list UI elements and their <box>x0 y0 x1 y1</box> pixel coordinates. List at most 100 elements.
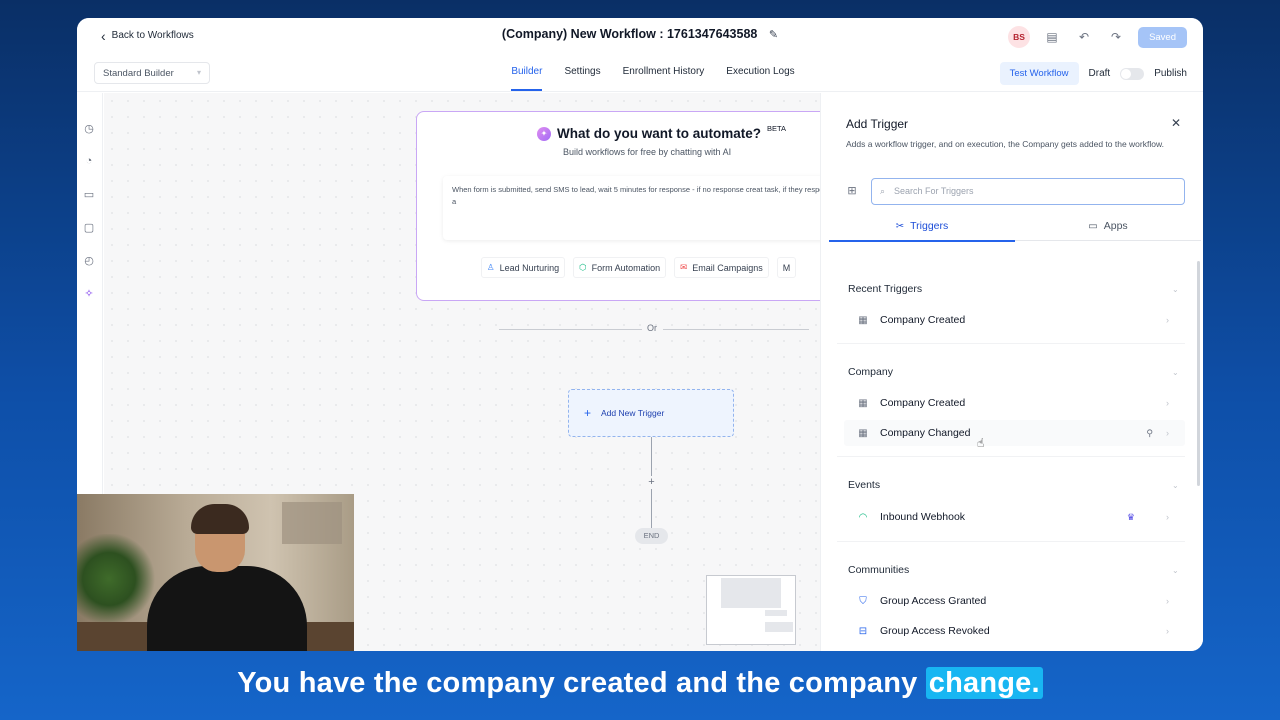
minimap-block <box>765 610 787 616</box>
chevron-down-icon[interactable]: ⌄ <box>1172 368 1179 377</box>
ai-sparkle-icon: ✦ <box>537 126 551 141</box>
edit-pencil-icon[interactable]: ✎ <box>769 29 778 41</box>
chip-lead-nurturing[interactable]: ♙ Lead Nurturing <box>481 257 566 278</box>
end-node: END <box>635 528 668 544</box>
trigger-item-group-access-revoked[interactable]: ⊟ Group Access Revoked › <box>844 618 1185 644</box>
divider-line-left <box>499 329 642 330</box>
trigger-item-label: Inbound Webhook <box>880 511 966 523</box>
chevron-right-icon: › <box>1166 398 1169 408</box>
publish-label: Publish <box>1154 68 1187 79</box>
minimap-block <box>765 622 793 632</box>
chip-label: Email Campaigns <box>692 262 763 273</box>
building-icon: ▦ <box>858 314 868 326</box>
tab-settings[interactable]: Settings <box>564 56 600 91</box>
note-icon[interactable]: ▢ <box>82 220 96 234</box>
trigger-item-company-created-recent[interactable]: ▦ Company Created › <box>844 307 1185 333</box>
trigger-search-input[interactable]: ⌕ Search For Triggers <box>871 178 1185 205</box>
chip-more[interactable]: M <box>776 257 797 278</box>
pointer-hand-icon: ☝ <box>977 436 985 450</box>
ai-suggestion-chips: ♙ Lead Nurturing ⬡ Form Automation ✉ Ema… <box>481 257 797 278</box>
draft-label: Draft <box>1088 68 1111 79</box>
top-bar: ‹ Back to Workflows (Company) New Workfl… <box>77 18 1203 56</box>
check-circle-icon[interactable]: ◷ <box>82 121 96 135</box>
ai-title: What do you want to automate? <box>557 126 761 141</box>
publish-toggle[interactable] <box>1120 67 1145 80</box>
trigger-item-company-created[interactable]: ▦ Company Created › <box>844 390 1185 416</box>
minimap-block <box>721 578 781 608</box>
trigger-item-group-access-granted[interactable]: ⛉ Group Access Granted › <box>844 588 1185 614</box>
apps-icon: ▭ <box>1088 221 1098 232</box>
wall-map <box>282 502 342 544</box>
undo-icon[interactable]: ↶ <box>1074 27 1094 47</box>
webcam-overlay <box>77 494 354 651</box>
tab-builder[interactable]: Builder <box>511 56 543 91</box>
trigger-item-label: Company Changed <box>880 427 971 439</box>
cube-icon: ⬡ <box>579 262 587 272</box>
chevron-right-icon: › <box>1166 512 1169 522</box>
chip-form-automation[interactable]: ⬡ Form Automation <box>573 257 667 278</box>
minimap[interactable] <box>706 575 796 645</box>
clock-icon[interactable]: ◴ <box>82 253 96 267</box>
grid-view-icon[interactable]: ⊞ <box>845 183 859 197</box>
person-body <box>147 566 307 651</box>
redo-icon[interactable]: ↷ <box>1106 27 1126 47</box>
chevron-down-icon[interactable]: ⌄ <box>1172 285 1179 294</box>
person-hair <box>191 504 249 534</box>
video-caption: You have the company created and the com… <box>0 667 1280 700</box>
minus-square-icon: ⊟ <box>858 625 868 637</box>
sparkle-icon[interactable]: ✧ <box>82 286 96 300</box>
ai-builder-card: ✦ What do you want to automate? BETA Bui… <box>416 111 836 301</box>
pin-icon[interactable]: ⚲ <box>1146 428 1153 439</box>
saved-button[interactable]: Saved <box>1138 26 1187 48</box>
plant <box>77 534 157 624</box>
or-divider: Or <box>499 323 809 335</box>
close-icon[interactable]: ✕ <box>1171 116 1181 130</box>
panel-scrollbar[interactable] <box>1197 261 1200 486</box>
comment-icon[interactable]: ▭ <box>82 187 96 201</box>
tab-triggers[interactable]: ✂ Triggers <box>829 211 1015 242</box>
history-icon[interactable]: ◔ <box>82 154 96 168</box>
chevron-right-icon: › <box>1166 315 1169 325</box>
mail-icon: ✉ <box>680 262 688 272</box>
bookmark-icon: ⛉ <box>859 595 867 607</box>
caption-highlight: change. <box>925 667 1043 699</box>
or-label: Or <box>647 323 657 333</box>
avatar[interactable]: BS <box>1008 26 1031 48</box>
trigger-item-label: Group Access Granted <box>880 595 987 607</box>
section-divider <box>837 343 1185 344</box>
section-communities[interactable]: Communities <box>848 564 909 576</box>
chevron-down-icon[interactable]: ⌄ <box>1172 481 1179 490</box>
tab-apps-label: Apps <box>1103 220 1128 232</box>
tab-apps[interactable]: ▭ Apps <box>1015 211 1201 241</box>
top-actions: BS ▤ ↶ ↷ Saved <box>1008 26 1187 48</box>
trigger-item-company-changed[interactable]: ▦ Company Changed ⚲ › <box>844 420 1185 446</box>
section-recent-triggers[interactable]: Recent Triggers <box>848 283 922 295</box>
panel-title: Add Trigger <box>846 117 909 131</box>
ai-header: ✦ What do you want to automate? BETA <box>537 124 786 141</box>
chip-email-campaigns[interactable]: ✉ Email Campaigns <box>674 257 769 278</box>
divider-line-right <box>663 329 809 330</box>
add-new-trigger-button[interactable]: + Add New Trigger <box>568 389 734 437</box>
section-company[interactable]: Company <box>848 366 893 378</box>
trigger-item-inbound-webhook[interactable]: ◠ Inbound Webhook ♛ › <box>844 504 1185 530</box>
user-icon: ♙ <box>487 262 495 272</box>
panel-tabs: ✂ Triggers ▭ Apps <box>829 211 1201 242</box>
builder-toolbar: Standard Builder ▾ Builder Settings Enro… <box>77 56 1203 92</box>
ai-prompt-input[interactable]: When form is submitted, send SMS to lead… <box>443 176 835 240</box>
add-step-button[interactable]: + <box>645 476 658 489</box>
search-placeholder: Search For Triggers <box>894 186 974 196</box>
section-divider <box>837 541 1185 542</box>
tab-enrollment-history[interactable]: Enrollment History <box>623 56 705 91</box>
document-icon[interactable]: ▤ <box>1042 27 1062 47</box>
chevron-right-icon: › <box>1166 428 1169 438</box>
chip-label: Form Automation <box>591 262 661 273</box>
chevron-down-icon[interactable]: ⌄ <box>1172 566 1179 575</box>
trigger-item-label: Company Created <box>880 397 966 409</box>
plus-icon: + <box>584 406 592 420</box>
chevron-right-icon: › <box>1166 626 1169 636</box>
test-workflow-button[interactable]: Test Workflow <box>999 62 1079 85</box>
trigger-item-label: Company Created <box>880 314 966 326</box>
section-events[interactable]: Events <box>848 479 880 491</box>
tools-icon: ✂ <box>895 221 905 232</box>
tab-execution-logs[interactable]: Execution Logs <box>726 56 794 91</box>
